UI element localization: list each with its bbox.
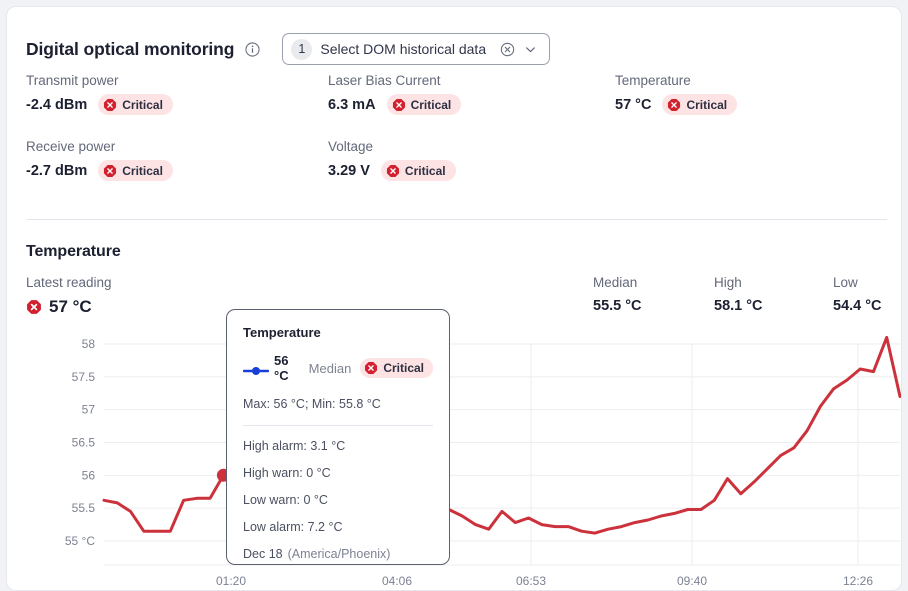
latest-reading-label: Latest reading [26, 275, 112, 290]
tooltip-min-max: Max: 56 °C; Min: 55.8 °C [243, 397, 381, 411]
chevron-down-icon[interactable] [523, 42, 538, 57]
metric-value: -2.7 dBm [26, 162, 88, 179]
stat-value: 54.4 °C [833, 298, 882, 314]
tooltip-high-alarm: High alarm: 3.1 °C [243, 439, 346, 453]
status-badge: Critical [662, 94, 738, 115]
metric-value: -2.4 dBm [26, 96, 88, 113]
tooltip-date-row: Dec 18 (America/Phoenix) [243, 547, 433, 561]
status-badge-label: Critical [404, 163, 446, 178]
metric-value: 6.3 mA [328, 96, 376, 113]
stat-label: High [714, 275, 742, 290]
page-title: Digital optical monitoring [26, 38, 235, 59]
metric-label: Temperature [615, 73, 691, 88]
panel-header: Digital optical monitoring 1 Select DOM … [26, 33, 551, 65]
x-axis-tick-label: 06:53 [516, 574, 546, 588]
metric-value: 57 °C [615, 96, 652, 113]
status-badge-label: Critical [686, 97, 728, 112]
critical-octagon-x-icon [392, 98, 406, 112]
status-badge: Critical [386, 94, 462, 115]
tooltip-title: Temperature [243, 325, 321, 340]
y-axis-tick-label: 55.5 [72, 501, 96, 515]
chart-x-axis-labels: 01:20 04:06 06:53 09:40 12:26 [216, 574, 873, 588]
status-badge-label: Critical [410, 97, 452, 112]
critical-octagon-x-icon [364, 361, 378, 375]
section-title: Temperature [26, 243, 121, 260]
latest-reading-block: Latest reading 57 °C [26, 275, 112, 317]
metric-label: Laser Bias Current [328, 73, 441, 88]
metric-receive-power: Receive power -2.7 dBm Critical [26, 139, 173, 181]
status-badge-label: Critical [383, 361, 424, 375]
x-axis-tick-label: 12:26 [843, 574, 873, 588]
critical-octagon-x-icon [103, 98, 117, 112]
stat-label: Low [833, 275, 858, 290]
metric-value: 3.29 V [328, 162, 370, 179]
status-badge: Critical [380, 160, 456, 181]
temperature-line-chart[interactable]: 55 °C 55.5 56 56.5 57 57.5 58 01:20 04:06 06:53 0… [7, 327, 901, 590]
chart-y-axis-labels: 55 °C 55.5 56 56.5 57 57.5 58 [65, 337, 95, 548]
x-axis-tick-label: 09:40 [677, 574, 707, 588]
y-axis-tick-label: 57 [82, 403, 96, 417]
status-badge: Critical [98, 94, 173, 115]
tooltip-legend-row: 56 °C Median Critical [242, 353, 433, 383]
status-badge: Critical [98, 160, 173, 181]
tooltip-timezone: (America/Phoenix) [287, 547, 391, 561]
status-badge-label: Critical [122, 97, 163, 112]
y-axis-tick-label: 56.5 [72, 436, 96, 450]
stat-median: Median 55.5 °C [593, 275, 642, 314]
critical-octagon-x-icon [667, 98, 681, 112]
stat-value: 55.5 °C [593, 298, 642, 314]
tooltip-series-name: Median [308, 360, 352, 376]
critical-octagon-x-icon [103, 164, 117, 178]
metric-transmit-power: Transmit power -2.4 dBm Critical [26, 73, 173, 115]
chart-series-line-median [102, 335, 901, 535]
tooltip-low-alarm: Low alarm: 7.2 °C [243, 520, 343, 534]
critical-octagon-x-icon [386, 164, 400, 178]
stat-label: Median [593, 275, 638, 290]
critical-octagon-x-icon [26, 299, 42, 315]
dom-select-label: Select DOM historical data [320, 41, 487, 57]
metric-voltage: Voltage 3.29 V Critical [328, 139, 456, 181]
tooltip-low-warn: Low warn: 0 °C [243, 493, 328, 507]
stat-value: 58.1 °C [714, 298, 763, 314]
y-axis-tick-label: 58 [82, 337, 96, 351]
tooltip-high-warn: High warn: 0 °C [243, 466, 331, 480]
section-divider [27, 219, 887, 220]
y-axis-tick-label: 57.5 [72, 370, 96, 384]
metric-label: Transmit power [26, 73, 119, 88]
clear-circle-x-icon[interactable] [500, 42, 515, 57]
dom-panel-card: Digital optical monitoring 1 Select DOM … [6, 6, 902, 591]
tooltip-value: 56 °C [274, 353, 289, 383]
info-circle-icon[interactable] [245, 41, 260, 57]
metric-laser-bias-current: Laser Bias Current 6.3 mA Critical [328, 73, 462, 115]
stat-high: High 58.1 °C [714, 275, 763, 314]
stat-low: Low 54.4 °C [833, 275, 882, 314]
line-point-marker-icon [242, 363, 270, 375]
y-axis-tick-label: 56 [82, 468, 96, 482]
dom-historical-data-select[interactable]: 1 Select DOM historical data [282, 33, 551, 65]
latest-reading-value: 57 °C [49, 297, 92, 316]
metric-label: Voltage [328, 139, 374, 154]
dom-select-count-badge: 1 [291, 38, 313, 60]
chart-tooltip: Temperature 56 °C Median Critical Max: 5… [226, 309, 450, 565]
tooltip-divider [243, 425, 433, 426]
tooltip-date: Dec 18 [243, 547, 283, 561]
metric-temperature: Temperature 57 °C Critical [615, 73, 738, 115]
status-badge: Critical [360, 358, 433, 378]
status-badge-label: Critical [122, 163, 163, 178]
x-axis-tick-label: 01:20 [216, 574, 246, 588]
metric-label: Receive power [26, 139, 116, 154]
x-axis-tick-label: 04:06 [382, 574, 412, 588]
y-axis-tick-label: 55 °C [65, 534, 95, 548]
